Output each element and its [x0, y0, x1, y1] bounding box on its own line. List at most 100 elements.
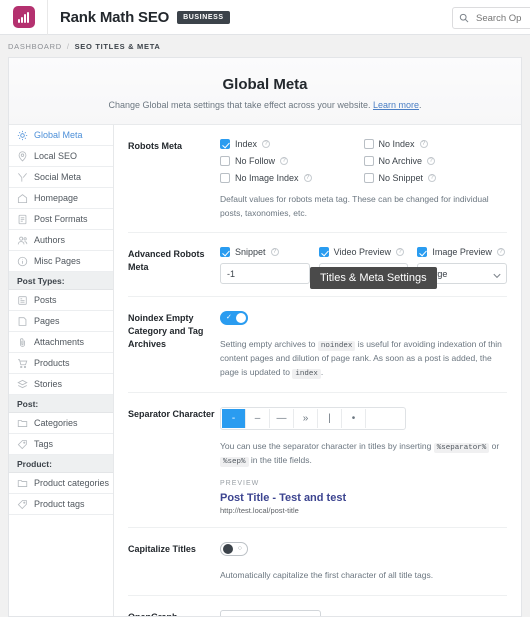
checkbox-video-preview[interactable]: Video Preview ? — [318, 247, 409, 258]
sidebar-item-product-tags[interactable]: Product tags — [9, 494, 113, 515]
checkbox-snippet[interactable]: Snippet ? — [220, 247, 310, 258]
field-control: ✓ Setting empty archives to noindex is u… — [220, 311, 507, 380]
toggle-knob — [236, 313, 246, 324]
sidebar-item-attachments[interactable]: Attachments — [9, 332, 113, 353]
field-separator-character: Separator Character - – — » | • You can … — [128, 393, 507, 529]
sidebar-group-post-types: Post Types: — [9, 272, 113, 290]
sidebar-item-label: Posts — [34, 295, 57, 305]
advanced-col-snippet: Snippet ? — [220, 247, 310, 285]
help-icon[interactable]: ? — [280, 157, 289, 165]
noindex-empty-help: Setting empty archives to noindex is use… — [220, 338, 507, 380]
checkbox-label: Snippet — [235, 247, 266, 258]
checkbox-no-image-index[interactable]: No Image Index ? — [220, 173, 364, 183]
plan-badge: BUSINESS — [177, 10, 230, 24]
field-opengraph-thumbnail: OpenGraph Thumbnail Add or Upload File W… — [128, 596, 507, 616]
help-code-noindex: noindex — [317, 341, 356, 352]
field-control: Add or Upload File When a featured image… — [220, 609, 507, 616]
help-icon[interactable]: ? — [428, 174, 437, 182]
sidebar-item-misc-pages[interactable]: Misc Pages — [9, 251, 113, 272]
sidebar-group-label: Post Types: — [17, 275, 65, 286]
file-icon — [17, 214, 28, 225]
sidebar-item-label: Pages — [34, 316, 60, 326]
sidebar-item-homepage[interactable]: Homepage — [9, 188, 113, 209]
checkbox-box[interactable] — [363, 173, 374, 183]
checkbox-box[interactable] — [220, 139, 230, 149]
share-icon — [17, 172, 28, 183]
checkbox-box[interactable] — [363, 156, 374, 166]
checkbox-index[interactable]: Index ? — [220, 139, 364, 149]
separator-option-endash[interactable]: – — [246, 408, 270, 428]
checkbox-no-archive[interactable]: No Archive ? — [363, 156, 508, 166]
learn-more-link[interactable]: Learn more — [373, 100, 419, 110]
snippet-input[interactable] — [220, 263, 310, 285]
sidebar-item-pages[interactable]: Pages — [9, 311, 113, 332]
sidebar-item-global-meta[interactable]: Global Meta — [9, 125, 113, 146]
sidebar-item-products[interactable]: Products — [9, 353, 113, 374]
help-icon[interactable]: ? — [262, 140, 271, 148]
help-text-3: . — [320, 366, 324, 377]
sidebar-item-authors[interactable]: Authors — [9, 230, 113, 251]
sidebar-item-label: Product categories — [34, 478, 110, 488]
sidebar-group-label: Post: — [17, 398, 39, 409]
noindex-empty-toggle[interactable]: ✓ — [220, 311, 248, 326]
help-icon[interactable]: ? — [303, 174, 312, 182]
help-icon[interactable]: ? — [270, 248, 279, 257]
help-code-separator: %separator% — [433, 442, 490, 453]
breadcrumb: DASHBOARD / SEO TITLES & META — [0, 35, 530, 57]
help-icon[interactable]: ? — [427, 157, 436, 165]
sidebar-item-stories[interactable]: Stories — [9, 374, 113, 395]
toggle-knob — [223, 544, 233, 555]
sidebar-item-label: Homepage — [34, 193, 79, 203]
sidebar-item-label: Products — [34, 358, 70, 368]
sidebar-item-posts[interactable]: Posts — [9, 290, 113, 311]
help-icon[interactable]: ? — [396, 248, 405, 257]
field-label: Robots Meta — [128, 141, 182, 151]
search-box[interactable] — [452, 7, 530, 29]
logo-container — [0, 0, 48, 35]
search-input[interactable] — [474, 11, 530, 25]
capitalize-titles-toggle[interactable]: ○ — [220, 542, 248, 557]
sidebar-item-product-categories[interactable]: Product categories — [9, 473, 113, 494]
sidebar-item-categories[interactable]: Categories — [9, 413, 113, 434]
checkbox-no-follow[interactable]: No Follow ? — [220, 156, 364, 166]
sidebar-item-post-formats[interactable]: Post Formats — [9, 209, 113, 230]
help-code-index: index — [292, 368, 321, 379]
sidebar-group-product: Product: — [9, 455, 113, 473]
separator-option-raquo[interactable]: » — [294, 408, 318, 428]
help-code-sep: %sep% — [220, 456, 249, 467]
separator-option-pipe[interactable]: | — [318, 408, 342, 428]
checkbox-no-snippet[interactable]: No Snippet ? — [363, 173, 508, 183]
checkbox-no-index[interactable]: No Index ? — [363, 139, 508, 149]
capitalize-titles-help: Automatically capitalize the first chara… — [220, 570, 434, 581]
checkbox-image-preview[interactable]: Image Preview ? — [417, 247, 507, 258]
checkbox-box[interactable] — [417, 247, 428, 258]
sidebar-item-local-seo[interactable]: Local SEO — [9, 146, 113, 167]
checkbox-box[interactable] — [363, 139, 374, 149]
sidebar-item-tags[interactable]: Tags — [9, 434, 113, 455]
sidebar-item-label: Misc Pages — [34, 256, 81, 266]
checkbox-label: Index — [235, 139, 258, 149]
home-icon — [17, 193, 28, 204]
tag-icon — [17, 439, 28, 450]
separator-option-custom[interactable] — [366, 408, 404, 428]
help-icon[interactable]: ? — [419, 140, 428, 148]
separator-option-bullet[interactable]: • — [342, 408, 366, 428]
help-icon[interactable]: ? — [496, 248, 505, 257]
sidebar-item-label: Global Meta — [34, 130, 83, 140]
add-or-upload-file-button[interactable]: Add or Upload File — [220, 609, 321, 616]
checkbox-box[interactable] — [220, 247, 230, 258]
sidebar-item-label: Categories — [34, 418, 78, 428]
checkbox-box[interactable] — [220, 156, 230, 166]
separator-option-emdash[interactable]: — — [270, 408, 294, 428]
help-text-1: You can use the separator character in t… — [220, 440, 432, 451]
checkbox-box[interactable] — [220, 173, 230, 183]
separator-option-dash[interactable]: - — [222, 408, 246, 428]
sidebar-item-social-meta[interactable]: Social Meta — [9, 167, 113, 188]
sidebar-item-label: Stories — [34, 379, 63, 389]
sidebar-item-label: Tags — [34, 439, 54, 449]
breadcrumb-dashboard[interactable]: DASHBOARD — [8, 42, 62, 51]
field-label: Capitalize Titles — [128, 544, 196, 555]
tag-icon — [17, 499, 28, 510]
checkbox-label: No Index — [378, 139, 415, 149]
checkbox-box[interactable] — [318, 247, 329, 258]
